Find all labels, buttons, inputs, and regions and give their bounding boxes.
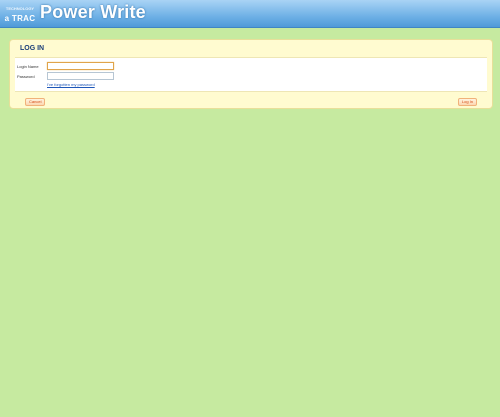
cancel-button[interactable]: Cancel	[25, 98, 46, 106]
login-form: Login Name Password I've forgotten my pa…	[15, 57, 487, 92]
password-label: Password	[17, 74, 35, 79]
top-header-bar: TECHNOLOGY a TRAC Power Write	[0, 0, 500, 28]
login-panel: LOG IN Login Name Password I've forgotte…	[9, 39, 493, 109]
login-name-label: Login Name	[17, 64, 39, 69]
company-logo: TECHNOLOGY a TRAC	[4, 5, 36, 23]
forgot-password-link[interactable]: I've forgotten my password	[47, 82, 95, 87]
logo-top-text: TECHNOLOGY	[5, 6, 35, 11]
logo-bottom-text: a TRAC	[4, 14, 36, 23]
login-button[interactable]: Log In	[457, 98, 477, 106]
password-input[interactable]	[47, 72, 114, 80]
app-title: Power Write	[40, 2, 146, 22]
panel-title: LOG IN	[20, 45, 45, 52]
login-name-input[interactable]	[47, 62, 114, 70]
